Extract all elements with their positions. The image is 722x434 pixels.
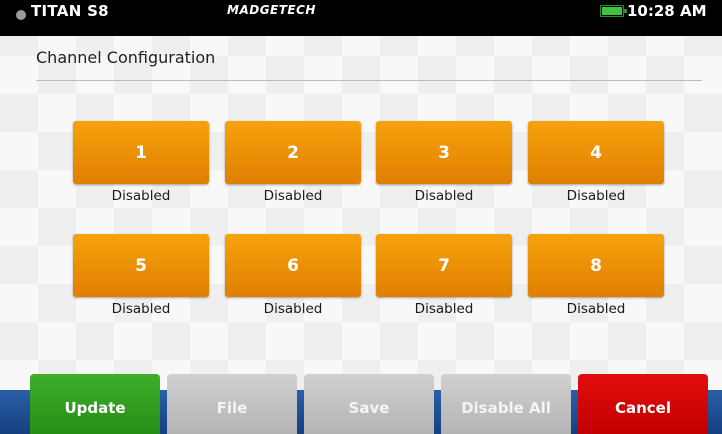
channel-1: 1 Disabled	[73, 121, 209, 204]
channel-3-status: Disabled	[414, 188, 474, 204]
page-title: Channel Configuration	[36, 48, 216, 67]
status-bar: TITAN S8 MADGETECH 10:28 AM	[0, 0, 722, 36]
device-name: TITAN S8	[31, 2, 109, 20]
brand-logo: MADGETECH	[227, 3, 316, 17]
channel-4-button[interactable]: 4	[528, 121, 664, 184]
clock: 10:28 AM	[627, 2, 707, 20]
channel-5: 5 Disabled	[73, 234, 209, 317]
cancel-button[interactable]: Cancel	[578, 374, 708, 434]
channel-2-status: Disabled	[263, 188, 323, 204]
channel-5-button[interactable]: 5	[73, 234, 209, 297]
channel-4-status: Disabled	[566, 188, 626, 204]
power-indicator-icon	[16, 10, 26, 20]
channel-7: 7 Disabled	[376, 234, 512, 317]
channel-7-button[interactable]: 7	[376, 234, 512, 297]
content-pane: Channel Configuration 1 Disabled 2 Disab…	[0, 18, 722, 390]
channel-3: 3 Disabled	[376, 121, 512, 204]
update-button[interactable]: Update	[30, 374, 160, 434]
channel-5-status: Disabled	[111, 301, 171, 317]
channel-2-button[interactable]: 2	[225, 121, 361, 184]
battery-icon	[600, 5, 627, 17]
channel-7-status: Disabled	[414, 301, 474, 317]
channel-8-button[interactable]: 8	[528, 234, 664, 297]
battery-level	[602, 7, 622, 15]
channel-1-status: Disabled	[111, 188, 171, 204]
channel-6-status: Disabled	[263, 301, 323, 317]
title-divider	[36, 80, 702, 81]
channel-1-button[interactable]: 1	[73, 121, 209, 184]
channel-8-status: Disabled	[566, 301, 626, 317]
channel-4: 4 Disabled	[528, 121, 664, 204]
device-screen: Channel Configuration 1 Disabled 2 Disab…	[0, 0, 722, 434]
channel-6: 6 Disabled	[225, 234, 361, 317]
channel-8: 8 Disabled	[528, 234, 664, 317]
channel-3-button[interactable]: 3	[376, 121, 512, 184]
disable-all-button[interactable]: Disable All	[441, 374, 571, 434]
file-button[interactable]: File	[167, 374, 297, 434]
channel-6-button[interactable]: 6	[225, 234, 361, 297]
channel-2: 2 Disabled	[225, 121, 361, 204]
save-button[interactable]: Save	[304, 374, 434, 434]
